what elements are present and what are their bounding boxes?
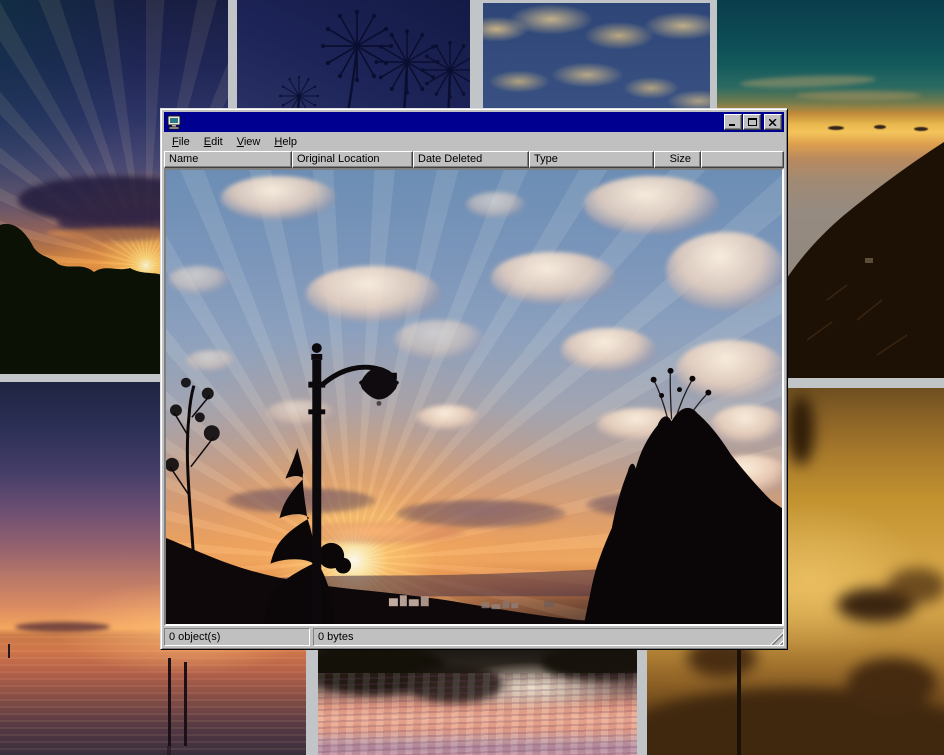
column-header-name[interactable]: Name: [164, 151, 292, 168]
close-button[interactable]: [764, 114, 782, 130]
street-lamp-sunset-photo: [166, 170, 782, 624]
menu-view[interactable]: View: [231, 134, 267, 150]
ripple-texture: [318, 673, 637, 755]
column-header-date-deleted[interactable]: Date Deleted: [413, 151, 529, 168]
menu-help[interactable]: Help: [268, 134, 303, 150]
column-header-original-location[interactable]: Original Location: [292, 151, 413, 168]
menu-edit[interactable]: Edit: [198, 134, 229, 150]
status-objects: 0 object(s): [164, 628, 310, 646]
column-header-filler: [701, 151, 784, 168]
title-bar[interactable]: [164, 112, 784, 132]
water-texture: [0, 636, 306, 755]
menu-file[interactable]: File: [166, 134, 196, 150]
menu-bar: File Edit View Help: [164, 132, 784, 151]
minimize-icon: [729, 119, 737, 126]
status-bar: 0 object(s) 0 bytes: [164, 628, 784, 646]
column-header-type[interactable]: Type: [529, 151, 654, 168]
computer-icon[interactable]: [166, 115, 182, 130]
maximize-button[interactable]: [743, 114, 761, 130]
explorer-window: File Edit View Help Name Original Locati…: [160, 108, 788, 650]
pole-silhouette: [184, 662, 187, 746]
desktop: File Edit View Help Name Original Locati…: [0, 0, 944, 755]
minimize-button[interactable]: [724, 114, 742, 130]
maximize-icon: [748, 118, 757, 126]
pole-silhouette: [168, 658, 171, 746]
foreground-silhouettes: [166, 170, 782, 624]
close-icon: [769, 119, 777, 126]
column-header-row: Name Original Location Date Deleted Type…: [164, 151, 784, 168]
column-header-size[interactable]: Size: [654, 151, 701, 168]
status-size: 0 bytes: [313, 628, 784, 646]
right-tree-mass: [584, 368, 782, 624]
file-list-viewport[interactable]: [164, 168, 784, 626]
cypress-tree: [265, 448, 336, 624]
